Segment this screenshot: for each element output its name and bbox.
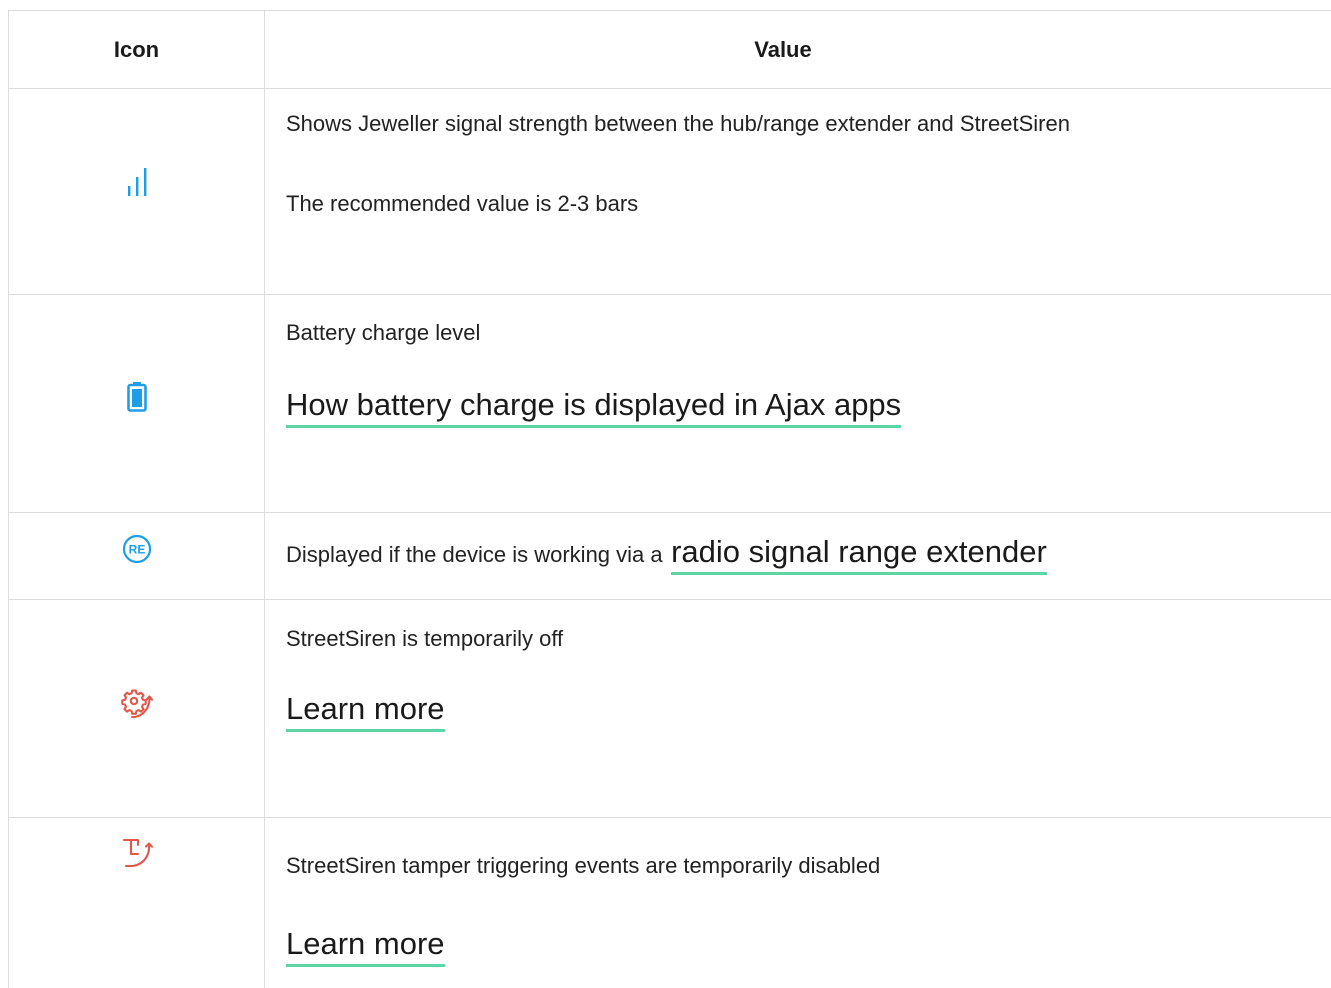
range-extender-icon: RE: [122, 534, 151, 564]
icon-cell: [9, 89, 265, 294]
value-cell: Battery charge level How battery charge …: [265, 295, 1331, 512]
table-row: Shows Jeweller signal strength between t…: [9, 89, 1331, 295]
learn-more-link[interactable]: Learn more: [286, 925, 445, 967]
range-extender-link[interactable]: radio signal range extender: [671, 533, 1047, 575]
header-icon-cell: Icon: [9, 10, 265, 89]
icon-cell: RE: [9, 513, 265, 599]
range-extender-icon-text: RE: [128, 543, 145, 557]
tamper-disabled-icon: [122, 838, 153, 868]
value-text: StreetSiren is temporarily off: [286, 626, 564, 651]
header-value-cell: Value: [265, 11, 1331, 89]
table-row: Battery charge level How battery charge …: [9, 295, 1331, 513]
value-text: Shows Jeweller signal strength between t…: [286, 111, 1070, 136]
value-cell: Shows Jeweller signal strength between t…: [265, 89, 1331, 294]
signal-strength-icon: [127, 168, 146, 196]
battery-icon: [126, 382, 147, 412]
value-text: The recommended value is 2-3 bars: [286, 191, 639, 216]
value-text: Displayed if the device is working via a: [286, 542, 663, 567]
table-row: StreetSiren is temporarily off Learn mor…: [9, 600, 1331, 818]
table-header-row: Icon Value: [9, 10, 1331, 89]
temporarily-off-gear-icon: [120, 689, 153, 719]
header-value-label: Value: [754, 36, 812, 62]
learn-more-link[interactable]: Learn more: [286, 690, 445, 732]
icon-cell: [9, 818, 265, 988]
icon-cell: [9, 600, 265, 817]
table-row: StreetSiren tamper triggering events are…: [9, 818, 1331, 988]
icon-cell: [9, 295, 265, 512]
value-cell: StreetSiren tamper triggering events are…: [265, 818, 1331, 988]
value-text: Battery charge level: [286, 320, 481, 345]
value-cell: StreetSiren is temporarily off Learn mor…: [265, 600, 1331, 817]
icon-value-table: Icon Value Shows Jeweller signal strengt…: [8, 10, 1331, 988]
value-cell: Displayed if the device is working via a…: [265, 513, 1331, 599]
battery-charge-link[interactable]: How battery charge is displayed in Ajax …: [286, 386, 902, 428]
value-text: StreetSiren tamper triggering events are…: [286, 853, 881, 878]
header-icon-label: Icon: [113, 36, 160, 62]
table-row: RE Displayed if the device is working vi…: [9, 513, 1331, 600]
